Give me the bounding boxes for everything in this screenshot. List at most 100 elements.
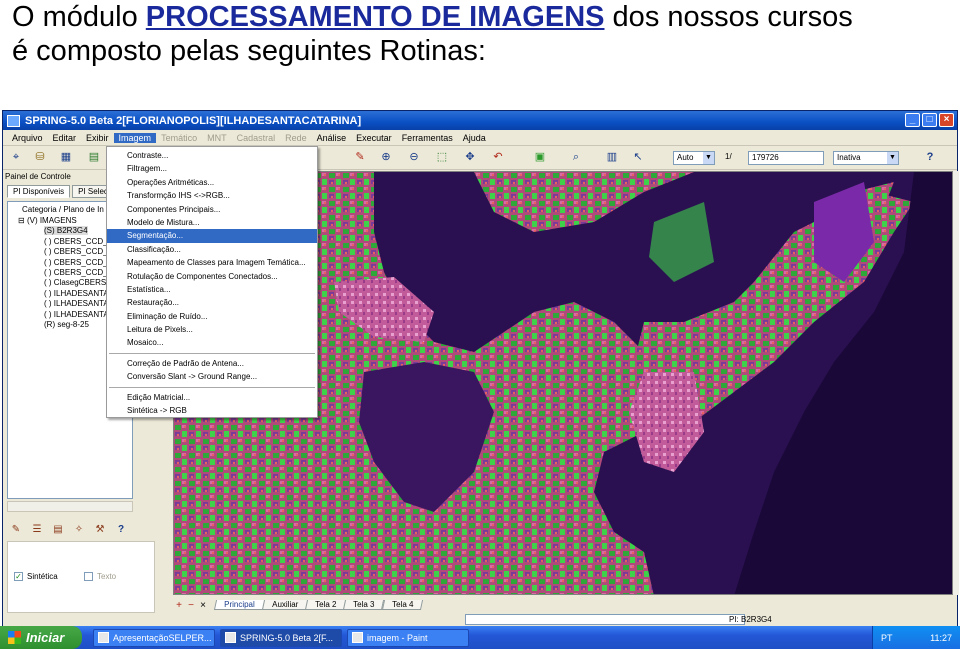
zoom-out-icon[interactable]: ⊖ <box>407 150 421 164</box>
search-icon[interactable]: ⌕ <box>569 150 583 164</box>
properties-icon[interactable]: ▤ <box>51 523 65 537</box>
menu-exibir[interactable]: Exibir <box>81 133 114 143</box>
screen-tab-label: Tela 4 <box>391 600 414 609</box>
chevron-down-icon[interactable]: ▼ <box>887 152 898 164</box>
menu-item[interactable]: Mosaico... <box>107 336 317 349</box>
screen-tab-label: Auxiliar <box>271 600 299 609</box>
app-icon <box>7 114 20 127</box>
page-label: 1/ <box>725 152 732 161</box>
menu-imagem[interactable]: Imagem <box>113 132 157 143</box>
menu-executar[interactable]: Executar <box>351 133 397 143</box>
menu-ajuda[interactable]: Ajuda <box>458 133 491 143</box>
menu-temtico[interactable]: Temático <box>156 133 202 143</box>
taskbar: Iniciar ApresentaçãoSELPER... SPRING-5.0 … <box>0 626 960 649</box>
pencil-icon[interactable]: ✎ <box>9 523 23 537</box>
taskbar-button-label: ApresentaçãoSELPER... <box>113 632 212 643</box>
tool-icon[interactable]: ⚒ <box>93 523 107 537</box>
tree-item-label: ( ) CBERS_CCD_B <box>44 267 113 277</box>
undo-icon[interactable]: ↶ <box>491 150 505 164</box>
tree-scrollbar[interactable] <box>7 501 133 512</box>
screen-tab[interactable]: Principal <box>213 600 265 610</box>
screen-tab[interactable]: Tela 2 <box>304 600 347 610</box>
menu-item[interactable]: Modelo de Mistura... <box>107 216 317 229</box>
tree-item-label: ( ) ClasegCBERS <box>44 278 107 288</box>
taskbar-button[interactable]: SPRING-5.0 Beta 2[F... <box>220 628 342 647</box>
zoom-in-icon[interactable]: ⊕ <box>379 150 393 164</box>
zoom-area-icon[interactable]: ⬚ <box>435 150 449 164</box>
menu-cadastral[interactable]: Cadastral <box>232 133 281 143</box>
menu-item[interactable]: Mapeamento de Classes para Imagem Temáti… <box>107 256 317 269</box>
menu-item[interactable]: Conversão Slant -> Ground Range... <box>107 370 317 383</box>
menu-item[interactable]: Edição Matricial... <box>107 391 317 404</box>
heading-line-2: é composto pelas seguintes Rotinas: <box>12 35 486 67</box>
help-icon[interactable]: ? <box>114 523 128 537</box>
close-screen-button[interactable]: × <box>197 600 209 611</box>
window-titlebar[interactable]: SPRING-5.0 Beta 2[FLORIANOPOLIS][ILHADES… <box>3 111 957 130</box>
taskbar-button[interactable]: imagem - Paint <box>347 628 469 647</box>
menu-item[interactable]: Segmentação... <box>107 229 317 243</box>
slide-heading: O módulo PROCESSAMENTO DE IMAGENS dos no… <box>12 0 952 68</box>
database-icon[interactable]: ⛁ <box>33 150 47 164</box>
menu-item[interactable]: Filtragem... <box>107 162 317 175</box>
menu-anlise[interactable]: Análise <box>312 133 352 143</box>
layers-icon[interactable]: ▤ <box>87 150 101 164</box>
table-icon[interactable]: ▦ <box>59 150 73 164</box>
magic-icon[interactable]: ✧ <box>72 523 86 537</box>
menu-mnt[interactable]: MNT <box>202 133 232 143</box>
language-indicator[interactable]: PT <box>881 633 893 643</box>
menu-item[interactable]: Leitura de Pixels... <box>107 323 317 336</box>
menu-item[interactable]: Correção de Padrão de Antena... <box>107 357 317 370</box>
pointer-icon[interactable]: ⌖ <box>9 150 23 164</box>
pencil-icon[interactable]: ✎ <box>353 150 367 164</box>
help-icon[interactable]: ? <box>923 150 937 164</box>
pan-icon[interactable]: ✥ <box>463 150 477 164</box>
app-icon <box>98 632 109 643</box>
menu-ferramentas[interactable]: Ferramentas <box>397 133 458 143</box>
tree-item-label: (V) IMAGENS <box>26 216 77 225</box>
canvas-scrollbar[interactable] <box>953 171 959 595</box>
cursor-icon[interactable]: ↖ <box>631 150 645 164</box>
texto-label: Texto <box>97 572 117 581</box>
menu-item[interactable]: Sintética -> RGB <box>107 404 317 417</box>
menu-rede[interactable]: Rede <box>280 133 312 143</box>
add-screen-button[interactable]: + <box>173 600 185 611</box>
menu-editar[interactable]: Editar <box>48 133 82 143</box>
remove-screen-button[interactable]: − <box>185 600 197 611</box>
sintetica-label: Sintética <box>27 572 58 581</box>
list-icon[interactable]: ☰ <box>30 523 44 537</box>
tree-item-label: (S) B2R3G4 <box>44 226 88 236</box>
close-button[interactable]: × <box>939 113 954 127</box>
tree-item-label: ( ) CBERS_CCD_B <box>44 247 113 257</box>
menu-arquivo[interactable]: Arquivo <box>7 133 48 143</box>
menu-item[interactable]: Restauração... <box>107 296 317 309</box>
menu-item[interactable]: Estatística... <box>107 283 317 296</box>
menu-item[interactable]: Transformção IHS <->RGB... <box>107 189 317 202</box>
zoom-mode-value: Auto <box>677 153 694 162</box>
tab-pi-disponiveis[interactable]: PI Disponíveis <box>7 185 71 198</box>
taskbar-button[interactable]: ApresentaçãoSELPER... <box>93 628 215 647</box>
screen-tab[interactable]: Tela 4 <box>381 600 424 610</box>
screen-tab[interactable]: Auxiliar <box>261 600 308 610</box>
chevron-down-icon[interactable]: ▼ <box>703 152 714 164</box>
menu-item[interactable]: Contraste... <box>107 149 317 162</box>
sintetica-checkbox[interactable]: ✓ Sintética <box>14 572 58 581</box>
texto-checkbox[interactable]: Texto <box>84 572 116 581</box>
zoom-mode-select[interactable]: Auto ▼ <box>673 151 715 165</box>
grid-icon[interactable]: ▥ <box>605 150 619 164</box>
app-icon <box>225 632 236 643</box>
menu-item[interactable]: Rotulação de Componentes Conectados... <box>107 270 317 283</box>
menu-item[interactable]: Classificação... <box>107 243 317 256</box>
scale-input[interactable]: 179726 <box>748 151 824 165</box>
minimize-button[interactable]: _ <box>905 113 920 127</box>
screen-tab-label: Tela 2 <box>315 600 337 609</box>
tree-item-label: ( ) ILHADESANTAC <box>44 288 115 298</box>
cursor-info-icon[interactable]: ▣ <box>533 150 547 164</box>
maximize-button[interactable]: □ <box>922 113 937 127</box>
menu-item[interactable]: Componentes Principais... <box>107 203 317 216</box>
menu-item[interactable]: Eliminação de Ruído... <box>107 310 317 323</box>
start-button[interactable]: Iniciar <box>0 626 82 649</box>
state-select[interactable]: Inativa ▼ <box>833 151 899 165</box>
menu-item[interactable]: Operações Aritméticas... <box>107 176 317 189</box>
screen-tab[interactable]: Tela 3 <box>343 600 385 610</box>
tree-item-label: ( ) ILHADESANTAC <box>44 309 115 319</box>
